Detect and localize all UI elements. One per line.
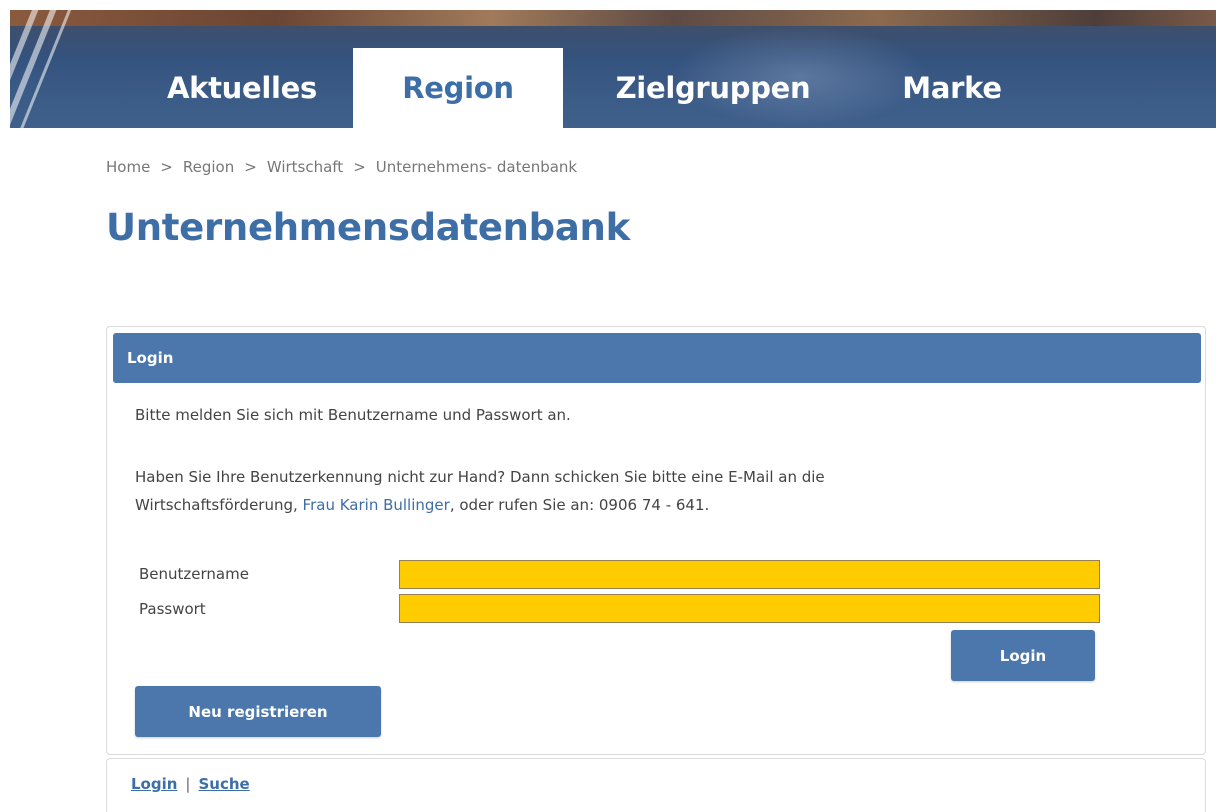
breadcrumb-separator: > xyxy=(244,158,257,176)
login-panel-header: Login xyxy=(113,333,1201,383)
footer-bar: Login | Suche xyxy=(106,758,1206,812)
breadcrumb-home[interactable]: Home xyxy=(106,158,150,176)
password-label: Passwort xyxy=(139,600,206,618)
nav-tab-aktuelles[interactable]: Aktuelles xyxy=(132,48,352,128)
main-nav: Aktuelles Region Zielgruppen Marke xyxy=(10,10,1216,128)
breadcrumb-wirtschaft[interactable]: Wirtschaft xyxy=(267,158,343,176)
login-help-suffix: , oder rufen Sie an: 0906 74 - 641. xyxy=(449,496,710,514)
header-banner: Aktuelles Region Zielgruppen Marke xyxy=(10,10,1216,128)
login-panel: Login Bitte melden Sie sich mit Benutzer… xyxy=(106,326,1206,755)
page-title: Unternehmensdatenbank xyxy=(106,206,630,249)
breadcrumb-separator: > xyxy=(160,158,173,176)
footer-links: Login | Suche xyxy=(131,775,250,793)
login-help-prefix: Wirtschaftsförderung, xyxy=(135,496,303,514)
password-input[interactable] xyxy=(399,594,1100,623)
nav-tab-marke[interactable]: Marke xyxy=(872,48,1032,128)
login-intro-text: Bitte melden Sie sich mit Benutzername u… xyxy=(135,406,571,424)
breadcrumb-current: Unternehmens- datenbank xyxy=(375,158,578,176)
login-button[interactable]: Login xyxy=(951,630,1095,681)
footer-separator: | xyxy=(185,775,191,793)
breadcrumb-separator: > xyxy=(353,158,366,176)
login-help-line-1: Haben Sie Ihre Benutzerkennung nicht zur… xyxy=(135,468,825,486)
breadcrumb: Home > Region > Wirtschaft > Unternehmen… xyxy=(106,158,577,176)
nav-tab-zielgruppen[interactable]: Zielgruppen xyxy=(588,48,838,128)
nav-tab-region[interactable]: Region xyxy=(353,48,563,128)
breadcrumb-region[interactable]: Region xyxy=(183,158,234,176)
login-help-line-2: Wirtschaftsförderung, Frau Karin Bulling… xyxy=(135,491,825,519)
footer-search-link[interactable]: Suche xyxy=(198,775,249,793)
contact-person-link[interactable]: Frau Karin Bullinger xyxy=(303,496,450,514)
username-label: Benutzername xyxy=(139,565,249,583)
login-help-text: Haben Sie Ihre Benutzerkennung nicht zur… xyxy=(135,463,825,519)
username-input[interactable] xyxy=(399,560,1100,589)
register-button[interactable]: Neu registrieren xyxy=(135,686,381,737)
footer-login-link[interactable]: Login xyxy=(131,775,177,793)
